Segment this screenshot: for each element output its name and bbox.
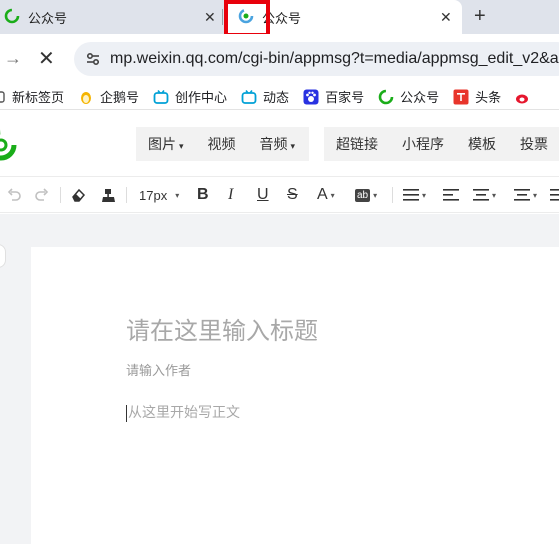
media-insert-menu: 图片 ▾ 视频 音频 ▾ — [136, 127, 309, 161]
bookmark-official-account[interactable]: 公众号 — [378, 87, 439, 106]
insert-video-menu[interactable]: 视频 — [196, 134, 248, 154]
wechat-official-icon — [4, 8, 20, 27]
stop-loading-button[interactable]: ✕ — [38, 46, 55, 71]
bookmarks-bar: 新标签页 企鹅号 创作中心 动态 百家号 公众号 头条 — [0, 84, 559, 110]
format-painter-button[interactable] — [100, 185, 117, 205]
caret-down-icon: ▾ — [290, 141, 296, 151]
close-icon[interactable]: ✕ — [440, 9, 452, 26]
bookmark-label: 创作中心 — [175, 90, 228, 105]
close-icon[interactable]: ✕ — [204, 9, 216, 26]
site-settings-icon[interactable] — [84, 50, 102, 68]
align-button[interactable]: ▾ — [403, 185, 426, 205]
format-painter-icon — [102, 188, 115, 202]
bookmark-penguin[interactable]: 企鹅号 — [78, 87, 139, 106]
italic-button[interactable]: I — [228, 185, 233, 205]
bold-button[interactable]: B — [197, 185, 209, 205]
bookmark-label: 百家号 — [325, 90, 365, 105]
toolbar-divider — [126, 187, 127, 203]
tab-strip: 公众号 ✕ 公众号 ✕ + — [0, 0, 559, 37]
article-page: 请在这里输入标题 请输入作者 从这里开始写正文 — [31, 247, 559, 544]
indent-icon — [443, 189, 459, 201]
undo-button[interactable] — [6, 185, 22, 205]
align-icon — [403, 189, 419, 201]
body-editor[interactable]: 从这里开始写正文 — [126, 402, 240, 422]
weibo-icon — [515, 89, 531, 105]
toolbar-divider — [60, 187, 61, 203]
insert-template-menu[interactable]: 模板 — [456, 134, 508, 154]
strikethrough-button[interactable]: S — [287, 185, 298, 205]
redo-icon — [35, 188, 49, 201]
browser-tab-1[interactable]: 公众号 ✕ — [0, 0, 222, 34]
redo-button[interactable] — [34, 185, 50, 205]
navigation-bar: → ✕ mp.weixin.qq.com/cgi-bin/appmsg?t=me… — [0, 34, 559, 84]
paragraph-spacing-icon — [473, 189, 489, 201]
paragraph-spacing-button[interactable]: ▾ — [473, 185, 496, 205]
font-size-select[interactable]: 17px ▾ — [139, 185, 179, 205]
new-tab-icon — [0, 90, 6, 104]
bookmark-dynamic[interactable]: 动态 — [241, 87, 289, 106]
highlight-box — [224, 0, 270, 37]
insert-audio-menu[interactable]: 音频 ▾ — [248, 134, 308, 154]
indent-button[interactable] — [443, 185, 459, 205]
insert-miniprogram-menu[interactable]: 小程序 — [390, 134, 456, 154]
more-format-icon[interactable] — [550, 185, 559, 205]
eraser-icon — [72, 188, 86, 202]
insert-vote-menu[interactable]: 投票 — [508, 134, 559, 154]
toutiao-icon — [453, 89, 469, 105]
bookmark-label: 企鹅号 — [100, 90, 140, 105]
bookmark-label: 动态 — [263, 90, 290, 105]
line-height-icon — [514, 189, 530, 201]
line-height-button[interactable]: ▾ — [514, 185, 537, 205]
forward-button[interactable]: → — [4, 48, 22, 69]
clear-format-button[interactable] — [70, 185, 87, 205]
baidu-paw-icon — [303, 89, 319, 105]
bookmark-label: 头条 — [475, 90, 502, 105]
content-insert-menu: 超链接 小程序 模板 投票 — [324, 127, 559, 161]
insert-hyperlink-menu[interactable]: 超链接 — [324, 134, 390, 154]
undo-icon — [7, 188, 21, 201]
title-input[interactable]: 请在这里输入标题 — [126, 311, 318, 346]
wechat-official-icon — [378, 89, 394, 105]
format-toolbar: 17px ▾ B I U S A ▾ ab ▾ ▾ ▾ ▾ — [0, 177, 559, 213]
toolbar-divider — [392, 187, 393, 203]
bookmark-creator-center[interactable]: 创作中心 — [153, 87, 227, 106]
new-tab-button[interactable]: + — [474, 5, 486, 27]
caret-down-icon: ▾ — [179, 141, 184, 151]
editor-canvas: 请在这里输入标题 请输入作者 从这里开始写正文 — [0, 214, 559, 544]
penguin-icon — [78, 89, 94, 105]
tab-title: 公众号 — [28, 10, 68, 26]
bookmark-label: 公众号 — [400, 90, 440, 105]
url-text[interactable]: mp.weixin.qq.com/cgi-bin/appmsg?t=media/… — [110, 50, 559, 68]
tab-divider — [222, 9, 223, 25]
editor-header: 图片 ▾ 视频 音频 ▾ 超链接 小程序 模板 投票 — [0, 111, 559, 177]
bookmark-weibo-partial[interactable] — [515, 89, 537, 105]
bookmark-label: 新标签页 — [12, 90, 65, 105]
bilibili-icon — [153, 89, 169, 105]
author-input[interactable]: 请输入作者 — [126, 360, 191, 379]
wechat-logo-icon — [0, 128, 18, 167]
body-placeholder: 从这里开始写正文 — [128, 404, 240, 420]
side-panel-handle[interactable] — [0, 244, 6, 268]
font-color-button[interactable]: A ▾ — [317, 185, 335, 205]
bilibili-icon — [241, 89, 257, 105]
address-bar[interactable]: mp.weixin.qq.com/cgi-bin/appmsg?t=media/… — [74, 42, 559, 76]
underline-button[interactable]: U — [257, 185, 269, 205]
bookmark-toutiao[interactable]: 头条 — [453, 87, 501, 106]
text-cursor — [126, 404, 127, 422]
background-color-button[interactable]: ab ▾ — [355, 185, 377, 205]
bookmark-baijiahao[interactable]: 百家号 — [303, 87, 364, 106]
insert-image-menu[interactable]: 图片 ▾ — [136, 134, 196, 154]
bookmark-new-tab[interactable]: 新标签页 — [0, 87, 64, 106]
